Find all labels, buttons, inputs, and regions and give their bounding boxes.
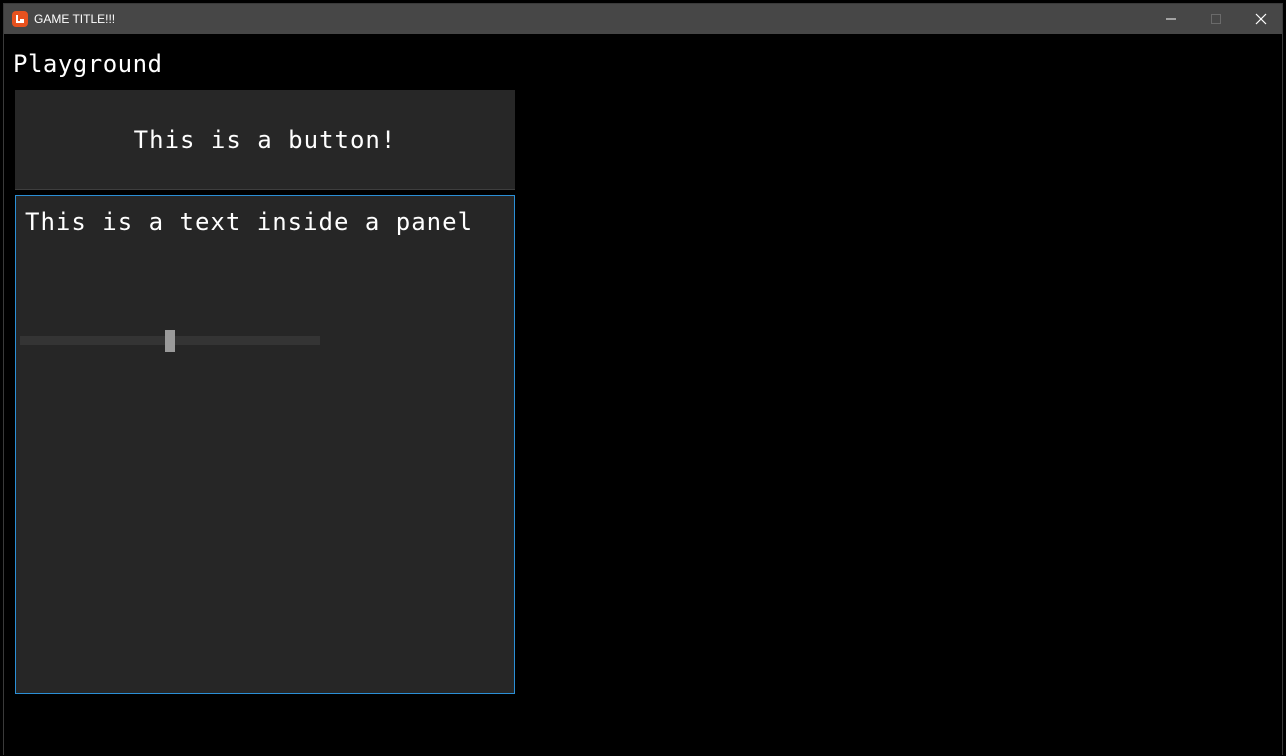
maximize-icon: [1210, 14, 1221, 24]
close-button[interactable]: [1238, 4, 1283, 34]
slider-thumb[interactable]: [165, 330, 175, 352]
title-bar[interactable]: GAME TITLE!!!: [4, 4, 1282, 34]
panel-text: This is a text inside a panel: [25, 208, 474, 236]
maximize-button[interactable]: [1193, 4, 1238, 34]
minimize-icon: [1165, 18, 1176, 20]
minimize-button[interactable]: [1148, 4, 1193, 34]
game-viewport: Playground This is a button! This is a t…: [4, 34, 1282, 756]
page-title: Playground: [13, 50, 163, 78]
slider-fill: [20, 336, 170, 345]
game-window: GAME TITLE!!! Playground This is a butto…: [3, 3, 1283, 756]
close-icon: [1255, 13, 1266, 25]
monogame-logo-icon: [12, 11, 28, 27]
demo-button[interactable]: This is a button!: [15, 90, 515, 190]
text-panel: This is a text inside a panel: [15, 195, 515, 694]
window-title: GAME TITLE!!!: [34, 12, 116, 26]
slider[interactable]: [20, 330, 320, 352]
